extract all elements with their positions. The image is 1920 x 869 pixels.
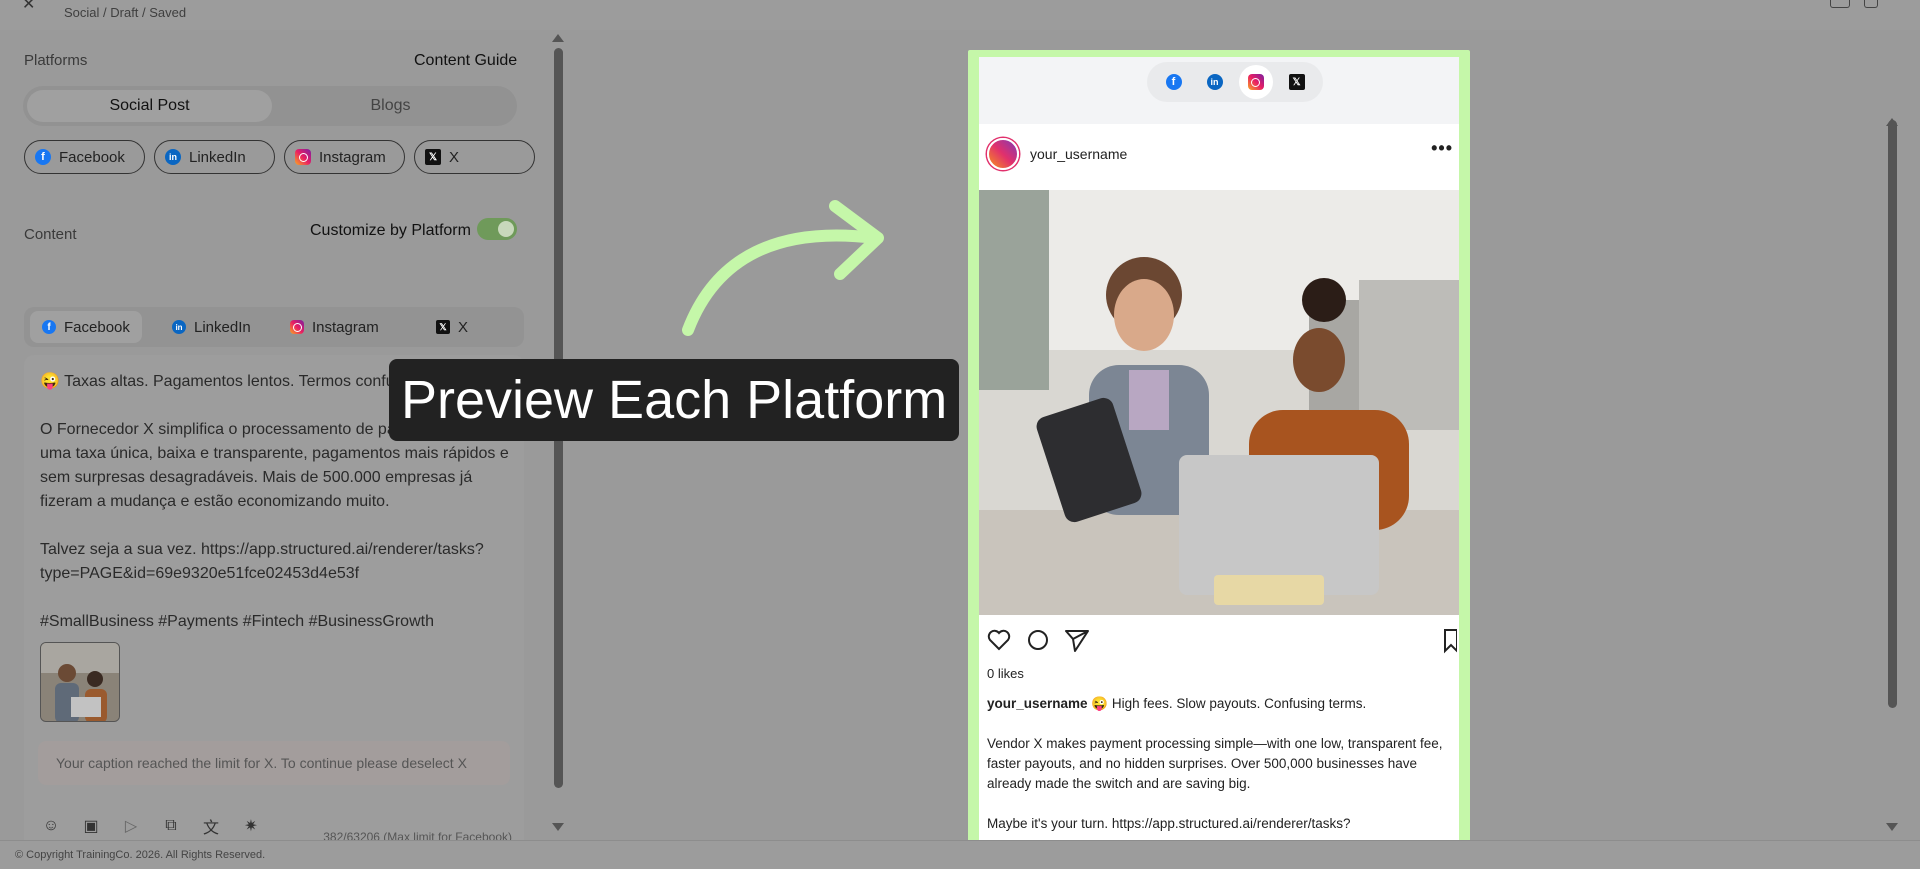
instagram-icon xyxy=(1247,74,1264,90)
caption-username: your_username xyxy=(987,696,1088,711)
close-icon[interactable]: ✕ xyxy=(22,0,35,14)
footer: © Copyright TrainingCo. 2026. All Rights… xyxy=(0,840,1920,869)
tab-blogs[interactable]: Blogs xyxy=(268,90,513,122)
copyright-text: © Copyright TrainingCo. 2026. All Rights… xyxy=(15,849,266,861)
breadcrumb: Social / Draft / Saved xyxy=(64,5,187,20)
instagram-icon xyxy=(295,149,311,165)
content-label: Content xyxy=(24,226,77,243)
more-options-icon[interactable]: ••• xyxy=(1431,138,1453,159)
add-image-icon[interactable]: ▣ xyxy=(80,815,102,837)
pill-label: LinkedIn xyxy=(189,148,246,166)
post-header: your_username ••• xyxy=(979,124,1459,188)
instagram-icon xyxy=(290,320,304,334)
limit-warning: Your caption reached the limit for X. To… xyxy=(38,741,510,785)
avatar xyxy=(987,138,1019,170)
gallery-icon[interactable]: ⧉ xyxy=(160,815,182,837)
like-icon xyxy=(987,629,1011,651)
mobile-icon[interactable] xyxy=(1864,0,1878,8)
preview-facebook-button[interactable]: f xyxy=(1157,65,1191,99)
video-icon[interactable]: ▷ xyxy=(120,815,142,837)
preview-linkedin-button[interactable]: in xyxy=(1198,65,1232,99)
callout-banner: Preview Each Platform xyxy=(389,359,959,441)
facebook-icon: f xyxy=(42,320,56,334)
tab-label: X xyxy=(458,318,469,336)
tab-social-post[interactable]: Social Post xyxy=(27,90,272,122)
preview-platform-switch: f in 𝕏 xyxy=(1147,62,1323,102)
tab-label: Facebook xyxy=(64,318,130,336)
tab-instagram[interactable]: Instagram xyxy=(278,311,391,343)
instagram-preview: f in 𝕏 your_username ••• 0 likes your_us… xyxy=(979,57,1459,862)
platform-pill-facebook[interactable]: f Facebook xyxy=(24,140,145,174)
x-icon: 𝕏 xyxy=(436,320,450,334)
bookmark-icon xyxy=(1444,629,1457,654)
right-scrollbar[interactable] xyxy=(1888,120,1897,708)
scroll-down-icon[interactable] xyxy=(1886,823,1898,831)
tab-label: Instagram xyxy=(312,318,379,336)
caption-text: 😜 High fees. Slow payouts. Confusing ter… xyxy=(987,696,1443,831)
scroll-up-icon[interactable] xyxy=(552,34,564,42)
facebook-icon: f xyxy=(1165,74,1182,90)
preview-highlight: f in 𝕏 your_username ••• 0 likes your_us… xyxy=(968,50,1470,869)
tab-linkedin[interactable]: in LinkedIn xyxy=(160,311,263,343)
attached-image-thumbnail[interactable] xyxy=(40,642,120,722)
post-type-switch: Social Post Blogs xyxy=(23,86,517,126)
content-guide-link[interactable]: Content Guide xyxy=(414,52,517,70)
post-actions xyxy=(987,629,1457,654)
preview-x-button[interactable]: 𝕏 xyxy=(1280,65,1314,99)
share-icon xyxy=(1065,630,1089,652)
x-icon: 𝕏 xyxy=(1288,74,1305,90)
platforms-label: Platforms xyxy=(24,52,88,69)
desktop-icon[interactable] xyxy=(1830,0,1850,8)
post-caption: your_username 😜 High fees. Slow payouts.… xyxy=(987,694,1447,834)
translate-icon[interactable]: 文 xyxy=(200,815,222,837)
content-platform-tabs: f Facebook in LinkedIn Instagram 𝕏 X xyxy=(24,307,524,347)
linkedin-icon: in xyxy=(165,149,181,165)
post-image xyxy=(979,190,1459,615)
comment-icon xyxy=(1028,630,1048,650)
pill-label: Facebook xyxy=(59,148,125,166)
linkedin-icon: in xyxy=(172,320,186,334)
preview-platform-bar: f in 𝕏 xyxy=(979,57,1459,124)
facebook-icon: f xyxy=(35,149,51,165)
tab-facebook[interactable]: f Facebook xyxy=(30,311,142,343)
platform-pill-linkedin[interactable]: in LinkedIn xyxy=(154,140,275,174)
linkedin-icon: in xyxy=(1206,74,1223,90)
post-username: your_username xyxy=(1030,146,1128,162)
callout-arrow-icon xyxy=(682,200,884,336)
x-icon: 𝕏 xyxy=(425,149,441,165)
platform-pill-x[interactable]: 𝕏 X xyxy=(414,140,535,174)
editor-toolbar: ☺ ▣ ▷ ⧉ 文 ✷ xyxy=(40,815,262,837)
tab-label: LinkedIn xyxy=(194,318,251,336)
customize-toggle[interactable] xyxy=(477,218,517,240)
pill-label: X xyxy=(449,148,460,166)
customize-label: Customize by Platform xyxy=(310,222,471,239)
ai-magic-icon[interactable]: ✷ xyxy=(240,815,262,837)
pill-label: Instagram xyxy=(319,148,386,166)
platform-pill-instagram[interactable]: Instagram xyxy=(284,140,405,174)
scroll-down-icon[interactable] xyxy=(552,823,564,831)
emoji-icon[interactable]: ☺ xyxy=(40,815,62,837)
top-bar: ✕ Social / Draft / Saved xyxy=(0,0,1920,30)
preview-instagram-button[interactable] xyxy=(1238,65,1273,99)
tab-x[interactable]: 𝕏 X xyxy=(424,311,480,343)
likes-count: 0 likes xyxy=(987,666,1024,681)
